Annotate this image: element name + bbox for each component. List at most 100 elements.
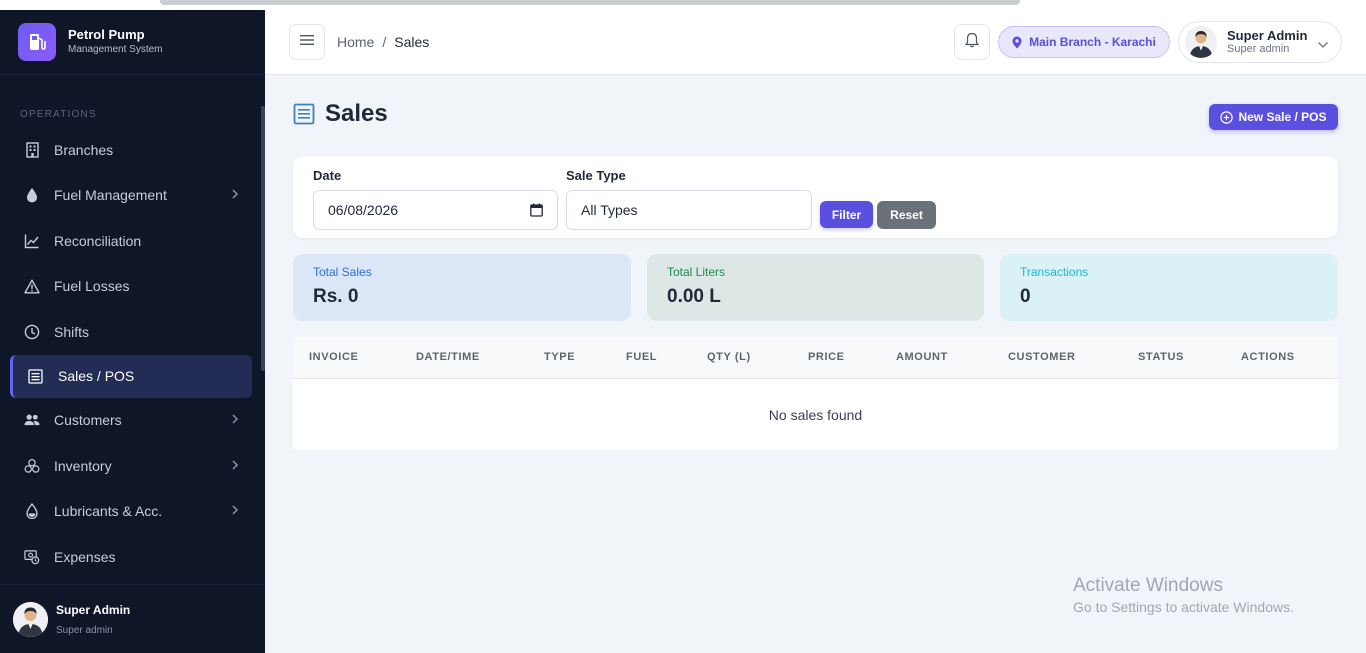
sidebar-item-label: Sales / POS [58, 368, 135, 384]
page-title-text: Sales [325, 100, 388, 127]
receipt-icon [293, 103, 315, 125]
bell-icon [964, 32, 980, 53]
filter-card: Date 06/08/2026 Sale Type All Types Filt… [293, 156, 1338, 238]
sale-type-label: Sale Type [566, 168, 626, 183]
sidebar-item-fuel-losses[interactable]: Fuel Losses [0, 264, 265, 310]
watermark-subtitle: Go to Settings to activate Windows. [1073, 599, 1294, 615]
building-icon [24, 142, 40, 158]
stat-value: 0.00 L [667, 286, 721, 307]
breadcrumb-separator: / [382, 34, 387, 50]
breadcrumb-home[interactable]: Home [337, 34, 374, 50]
sidebar-item-label: Fuel Losses [54, 278, 130, 295]
column-header-qty[interactable]: QTY (L) [707, 351, 751, 363]
plus-circle-icon [1220, 110, 1234, 124]
column-header-price[interactable]: PRICE [808, 351, 845, 363]
reset-button[interactable]: Reset [877, 201, 936, 229]
chevron-right-icon [231, 458, 239, 474]
sidebar: Petrol Pump Management System OPERATIONS… [0, 10, 265, 653]
header-user-name: Super Admin [1227, 27, 1308, 43]
sales-table: INVOICE DATE/TIME TYPE FUEL QTY (L) PRIC… [293, 337, 1338, 450]
sidebar-user-role: Super admin [56, 624, 113, 636]
sidebar-item-label: Customers [54, 412, 122, 429]
sidebar-user-name: Super Admin [56, 602, 131, 617]
stat-transactions: Transactions 0 [1000, 254, 1338, 321]
sidebar-item-lubricants[interactable]: Lubricants & Acc. [0, 489, 265, 535]
sidebar-item-label: Lubricants & Acc. [54, 503, 163, 520]
warning-icon [24, 278, 40, 294]
sidebar-item-label: Fuel Management [54, 187, 167, 204]
sidebar-item-branches[interactable]: Branches [0, 127, 265, 173]
cash-icon [24, 549, 40, 565]
sidebar-item-label: Branches [54, 141, 114, 158]
sidebar-nav: Branches Fuel Management Reconciliation … [0, 127, 265, 580]
breadcrumb: Home / Sales [337, 34, 429, 50]
sidebar-item-label: Expenses [54, 548, 116, 565]
column-header-amount[interactable]: AMOUNT [896, 351, 948, 363]
stat-value: Rs. 0 [313, 286, 359, 307]
table-header: INVOICE DATE/TIME TYPE FUEL QTY (L) PRIC… [293, 337, 1338, 379]
notifications-button[interactable] [954, 24, 990, 60]
chevron-right-icon [231, 412, 239, 428]
watermark-title: Activate Windows [1073, 575, 1223, 596]
stat-label: Total Liters [667, 265, 726, 279]
brand-subtitle: Management System [68, 44, 163, 55]
column-header-datetime[interactable]: DATE/TIME [416, 351, 480, 363]
sidebar-item-expenses[interactable]: Expenses [0, 534, 265, 580]
avatar [1185, 26, 1217, 58]
new-sale-label: New Sale / POS [1238, 110, 1327, 124]
sidebar-item-label: Reconciliation [54, 232, 142, 249]
droplet-icon [24, 187, 40, 203]
section-label: OPERATIONS [20, 109, 97, 120]
map-pin-icon [1012, 36, 1022, 49]
empty-state-message: No sales found [768, 407, 863, 423]
column-header-customer[interactable]: CUSTOMER [1008, 351, 1076, 363]
column-header-status[interactable]: STATUS [1138, 351, 1184, 363]
column-header-invoice[interactable]: INVOICE [309, 351, 358, 363]
hamburger-icon [300, 33, 314, 51]
branch-name: Main Branch - Karachi [1029, 35, 1156, 49]
column-header-fuel[interactable]: FUEL [626, 351, 657, 363]
stat-total-sales: Total Sales Rs. 0 [293, 254, 631, 321]
sidebar-item-inventory[interactable]: Inventory [0, 443, 265, 489]
sidebar-item-label: Inventory [54, 457, 112, 474]
sidebar-item-sales-pos[interactable]: Sales / POS [10, 354, 252, 398]
user-menu[interactable]: Super Admin Super admin [1178, 21, 1342, 63]
date-input[interactable]: 06/08/2026 [313, 190, 558, 230]
branch-selector[interactable]: Main Branch - Karachi [998, 26, 1170, 58]
sidebar-item-shifts[interactable]: Shifts [0, 309, 265, 355]
clock-icon [24, 324, 40, 340]
column-header-type[interactable]: TYPE [544, 351, 575, 363]
header-user-role: Super admin [1227, 42, 1290, 55]
column-header-actions: ACTIONS [1241, 351, 1295, 363]
calendar-icon[interactable] [530, 203, 543, 220]
sidebar-item-label: Shifts [54, 323, 90, 340]
new-sale-button[interactable]: New Sale / POS [1209, 104, 1338, 130]
sidebar-item-fuel-management[interactable]: Fuel Management [0, 173, 265, 219]
sidebar-user[interactable]: Super Admin Super admin [0, 584, 265, 653]
activate-windows-watermark: Activate Windows Go to Settings to activ… [1073, 575, 1294, 615]
sale-type-select[interactable]: All Types [566, 190, 812, 230]
sidebar-item-reconciliation[interactable]: Reconciliation [0, 218, 265, 264]
chevron-right-icon [231, 503, 239, 519]
filter-button[interactable]: Filter [820, 201, 873, 228]
oil-drop-icon [24, 503, 40, 520]
avatar [13, 601, 48, 637]
brand[interactable]: Petrol Pump Management System [0, 10, 265, 75]
stat-label: Total Sales [313, 265, 372, 279]
menu-toggle-button[interactable] [289, 24, 325, 60]
top-header: Home / Sales Main Branch - Karachi Super A… [265, 10, 1366, 75]
sidebar-item-customers[interactable]: Customers [0, 398, 265, 444]
browser-scrollbar[interactable] [160, 0, 1020, 5]
stat-label: Transactions [1020, 265, 1089, 279]
users-icon [24, 412, 40, 428]
boxes-icon [24, 458, 40, 474]
fuel-pump-icon [18, 23, 56, 61]
chevron-down-icon [1317, 36, 1329, 54]
stat-total-liters: Total Liters 0.00 L [647, 254, 984, 321]
stat-value: 0 [1020, 286, 1031, 307]
chevron-right-icon [231, 187, 239, 203]
date-value: 06/08/2026 [328, 202, 399, 218]
date-label: Date [313, 168, 342, 183]
receipt-icon [27, 368, 43, 384]
browser-top-strip [0, 0, 1366, 10]
